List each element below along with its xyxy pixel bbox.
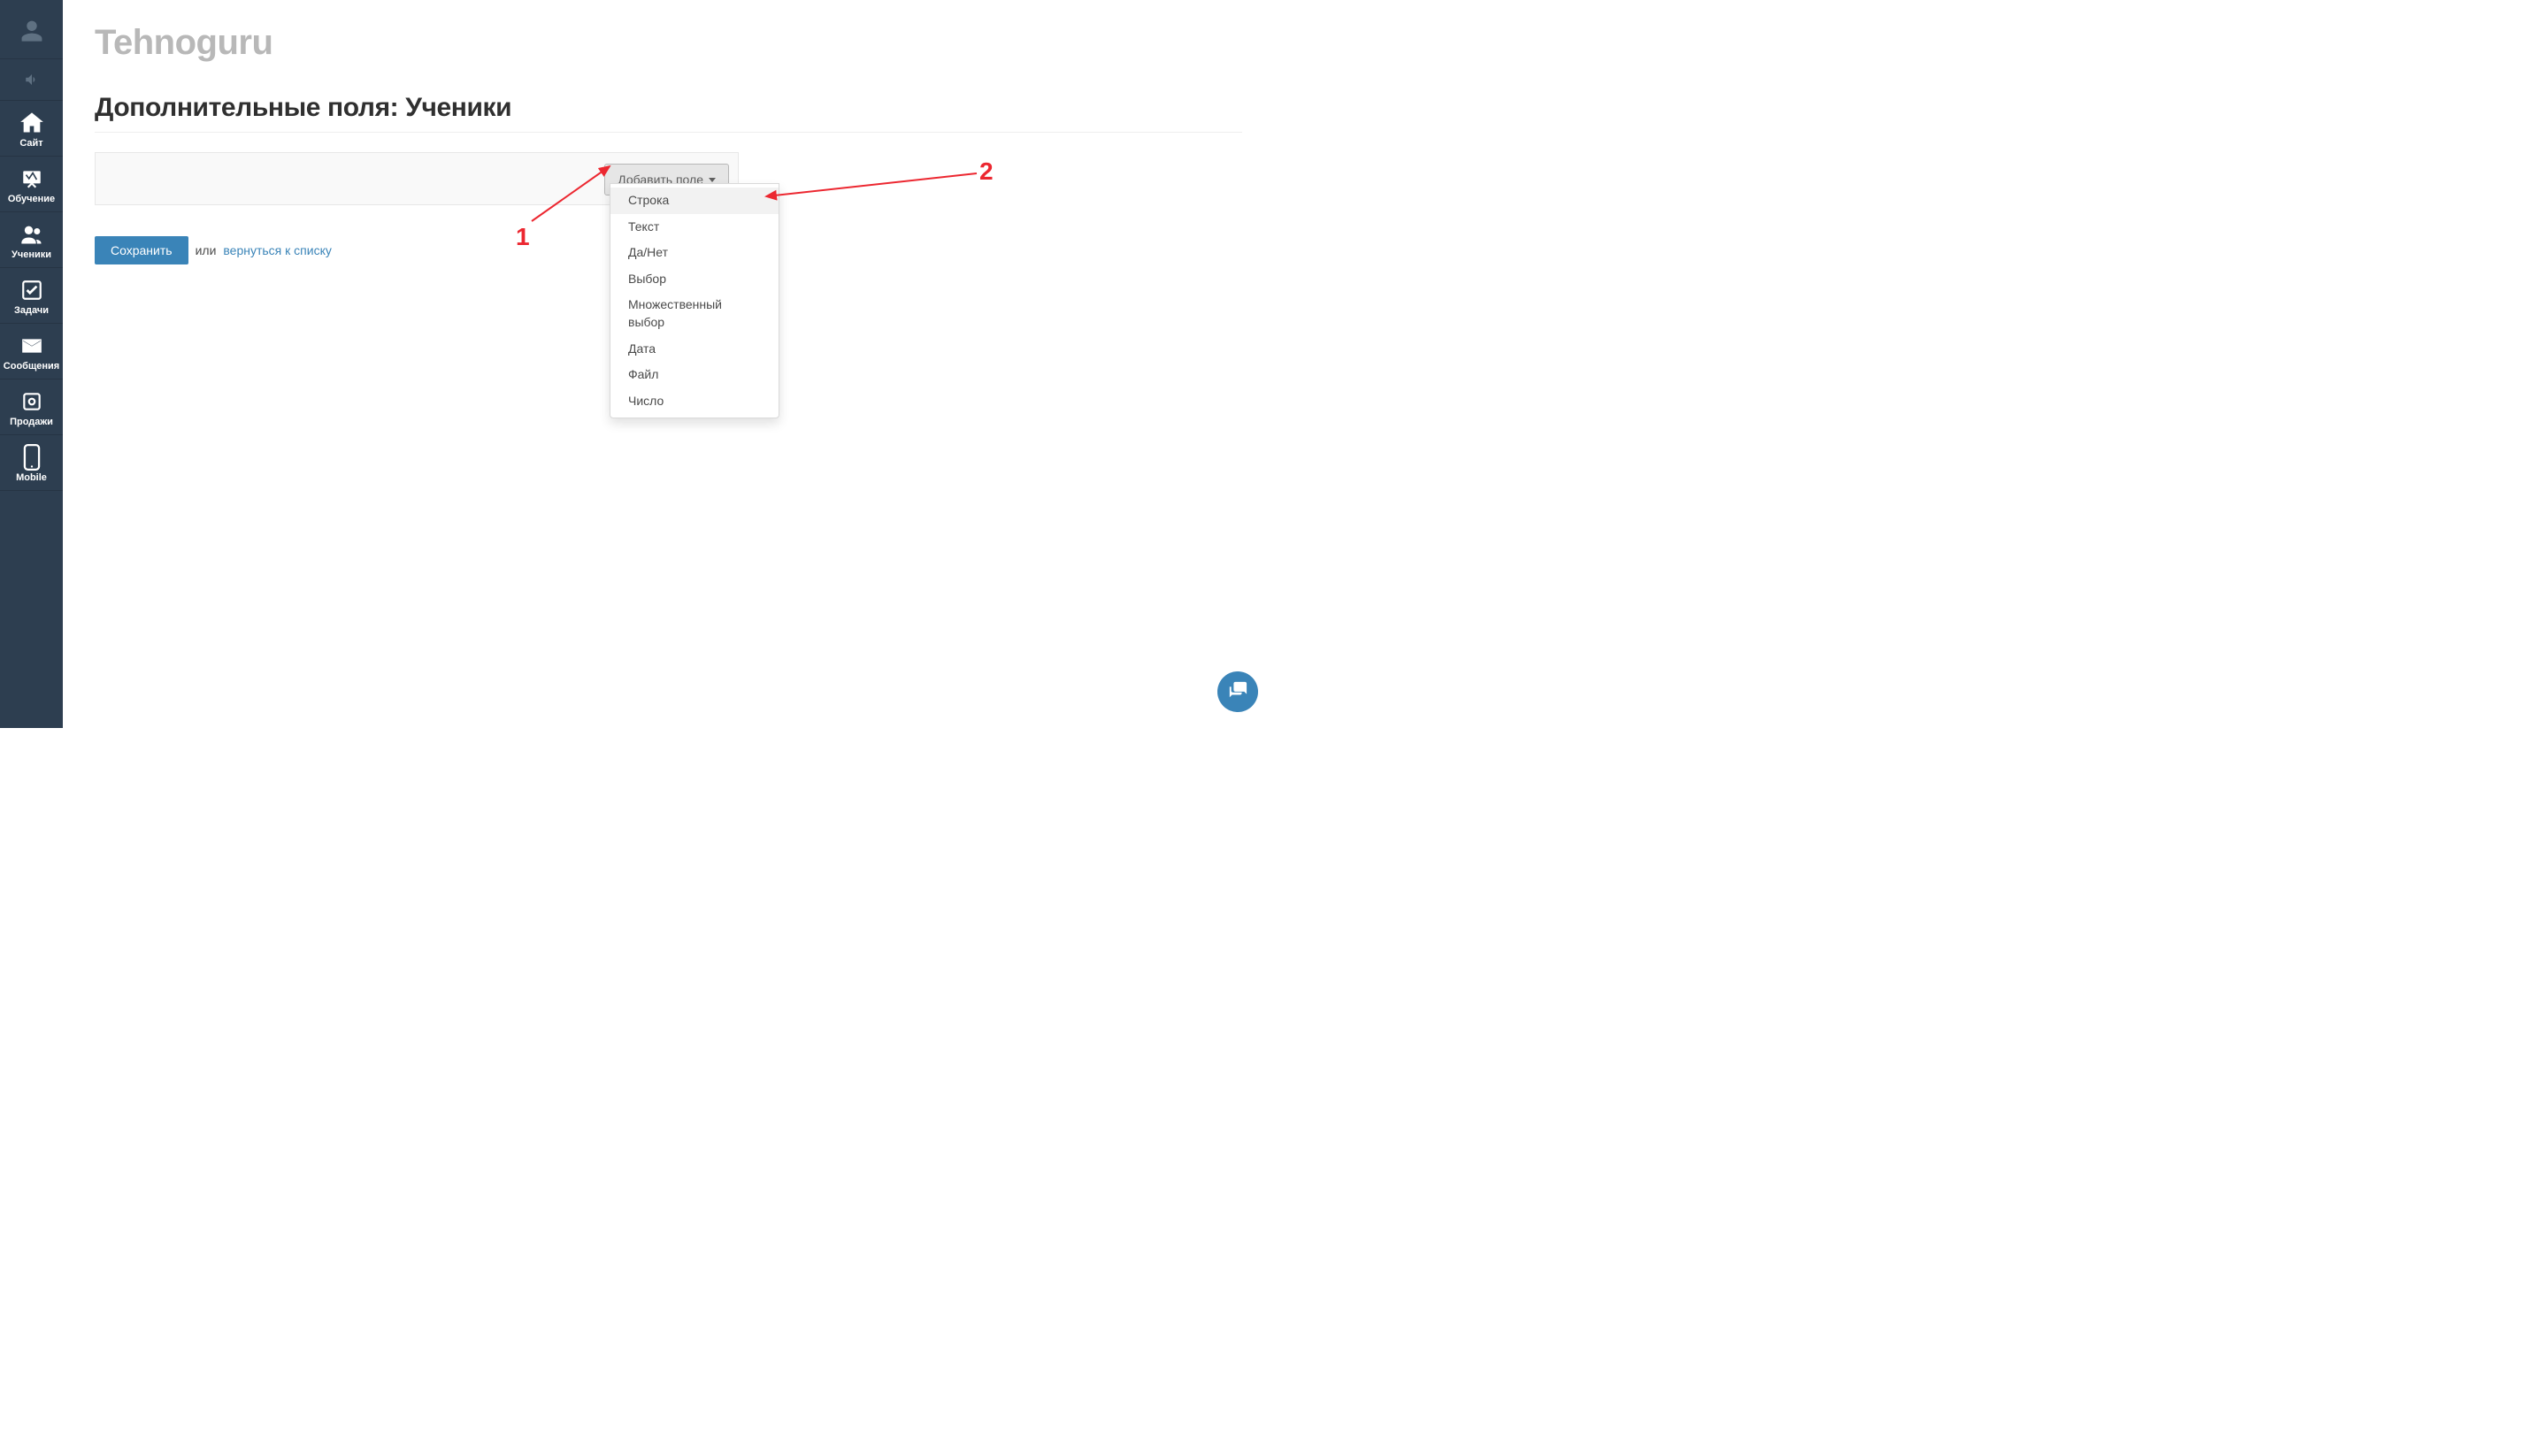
board-icon — [20, 165, 43, 192]
sidebar-item-label: Mobile — [16, 472, 47, 483]
sidebar-item-messages[interactable]: Сообщения — [0, 324, 63, 379]
field-type-dropdown: Строка Текст Да/Нет Выбор Множественный … — [610, 183, 779, 418]
dropdown-item-string[interactable]: Строка — [610, 188, 779, 214]
save-button[interactable]: Сохранить — [95, 236, 188, 264]
sidebar-item-sound[interactable] — [0, 59, 63, 101]
annotation-arrow-2 — [761, 170, 980, 202]
annotation-1: 1 — [516, 223, 530, 251]
dropdown-item-select[interactable]: Выбор — [610, 266, 779, 293]
dropdown-item-multiselect[interactable]: Множественный выбор — [610, 292, 779, 335]
home-icon — [19, 110, 44, 136]
sidebar-item-label: Сайт — [19, 138, 42, 149]
dropdown-item-text[interactable]: Текст — [610, 214, 779, 241]
sidebar-item-label: Задачи — [14, 305, 49, 316]
check-icon — [20, 277, 43, 303]
chat-icon — [1228, 680, 1247, 704]
sidebar-item-learning[interactable]: Обучение — [0, 157, 63, 212]
dropdown-item-date[interactable]: Дата — [610, 336, 779, 363]
annotation-arrow-1 — [528, 161, 617, 225]
sidebar-item-site[interactable]: Сайт — [0, 101, 63, 157]
sidebar: Сайт Обучение Ученики Задачи Сообщения П… — [0, 0, 63, 728]
sales-icon — [20, 388, 43, 415]
mobile-icon — [23, 444, 41, 471]
sidebar-item-label: Продажи — [10, 417, 53, 427]
sound-icon — [24, 66, 40, 93]
sidebar-item-sales[interactable]: Продажи — [0, 379, 63, 435]
sidebar-item-students[interactable]: Ученики — [0, 212, 63, 268]
dropdown-item-file[interactable]: Файл — [610, 362, 779, 388]
users-icon — [19, 221, 44, 248]
mail-icon — [20, 333, 43, 359]
dropdown-item-number[interactable]: Число — [610, 388, 779, 415]
user-icon — [19, 18, 44, 44]
caret-down-icon — [709, 178, 716, 182]
back-to-list-link[interactable]: вернуться к списку — [223, 243, 331, 257]
sidebar-item-label: Ученики — [12, 249, 51, 260]
sidebar-item-profile[interactable] — [0, 0, 63, 59]
chat-fab-button[interactable] — [1217, 671, 1258, 712]
sidebar-item-label: Обучение — [8, 194, 55, 204]
sidebar-item-tasks[interactable]: Задачи — [0, 268, 63, 324]
sidebar-item-mobile[interactable]: Mobile — [0, 435, 63, 491]
sidebar-item-label: Сообщения — [4, 361, 59, 372]
page-title: Дополнительные поля: Ученики — [95, 93, 1242, 133]
brand-title: Tehnoguru — [95, 23, 1242, 63]
or-text: или — [196, 243, 217, 257]
dropdown-item-yesno[interactable]: Да/Нет — [610, 240, 779, 266]
annotation-2: 2 — [979, 157, 994, 186]
